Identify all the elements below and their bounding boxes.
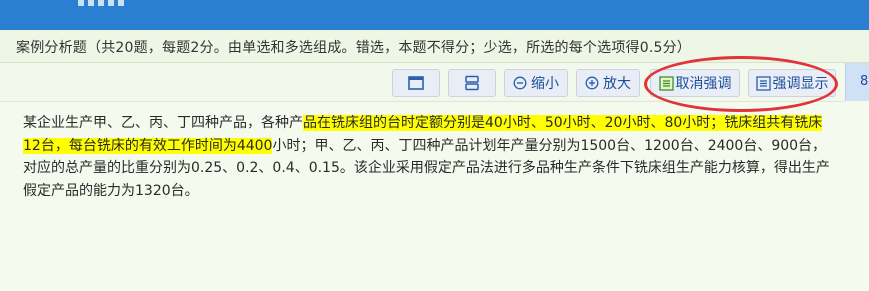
zoom-in-button[interactable]: 放大 (576, 69, 640, 97)
zoom-out-button[interactable]: 缩小 (504, 69, 568, 97)
cancel-highlight-label: 取消强调 (675, 76, 732, 92)
header-decoration (78, 0, 124, 6)
top-header-bar (0, 0, 869, 30)
passage-text-start: 某企业生产甲、乙、丙、丁四种产品，各种产 (23, 115, 303, 131)
show-highlight-button[interactable]: 强调显示 (748, 69, 836, 97)
plus-circle-icon (585, 76, 599, 90)
question-number-text: 8 (860, 74, 869, 89)
toolbar: 缩小 放大 取消强调 强调显示 (0, 63, 845, 102)
list-icon (755, 75, 771, 91)
instruction-text: 案例分析题（共20题，每题2分。由单选和多选组成。错选，本题不得分；少选，所选的… (16, 40, 691, 56)
question-content: 某企业生产甲、乙、丙、丁四种产品，各种产品在铣床组的台时定额分别是40小时、50… (0, 102, 869, 291)
minus-circle-icon (513, 76, 527, 90)
zoom-out-label: 缩小 (531, 76, 559, 92)
layout-split-button[interactable] (448, 69, 496, 97)
window-icon (408, 76, 424, 90)
instruction-bar: 案例分析题（共20题，每题2分。由单选和多选组成。错选，本题不得分；少选，所选的… (0, 30, 869, 63)
show-highlight-label: 强调显示 (772, 76, 829, 92)
split-horizontal-icon (464, 75, 480, 91)
cancel-highlight-button[interactable]: 取消强调 (650, 69, 740, 97)
layout-single-button[interactable] (392, 69, 440, 97)
zoom-in-label: 放大 (603, 76, 631, 92)
list-highlight-icon (658, 75, 674, 91)
question-number-tab[interactable]: 8 (845, 63, 869, 101)
question-passage: 某企业生产甲、乙、丙、丁四种产品，各种产品在铣床组的台时定额分别是40小时、50… (23, 112, 833, 202)
